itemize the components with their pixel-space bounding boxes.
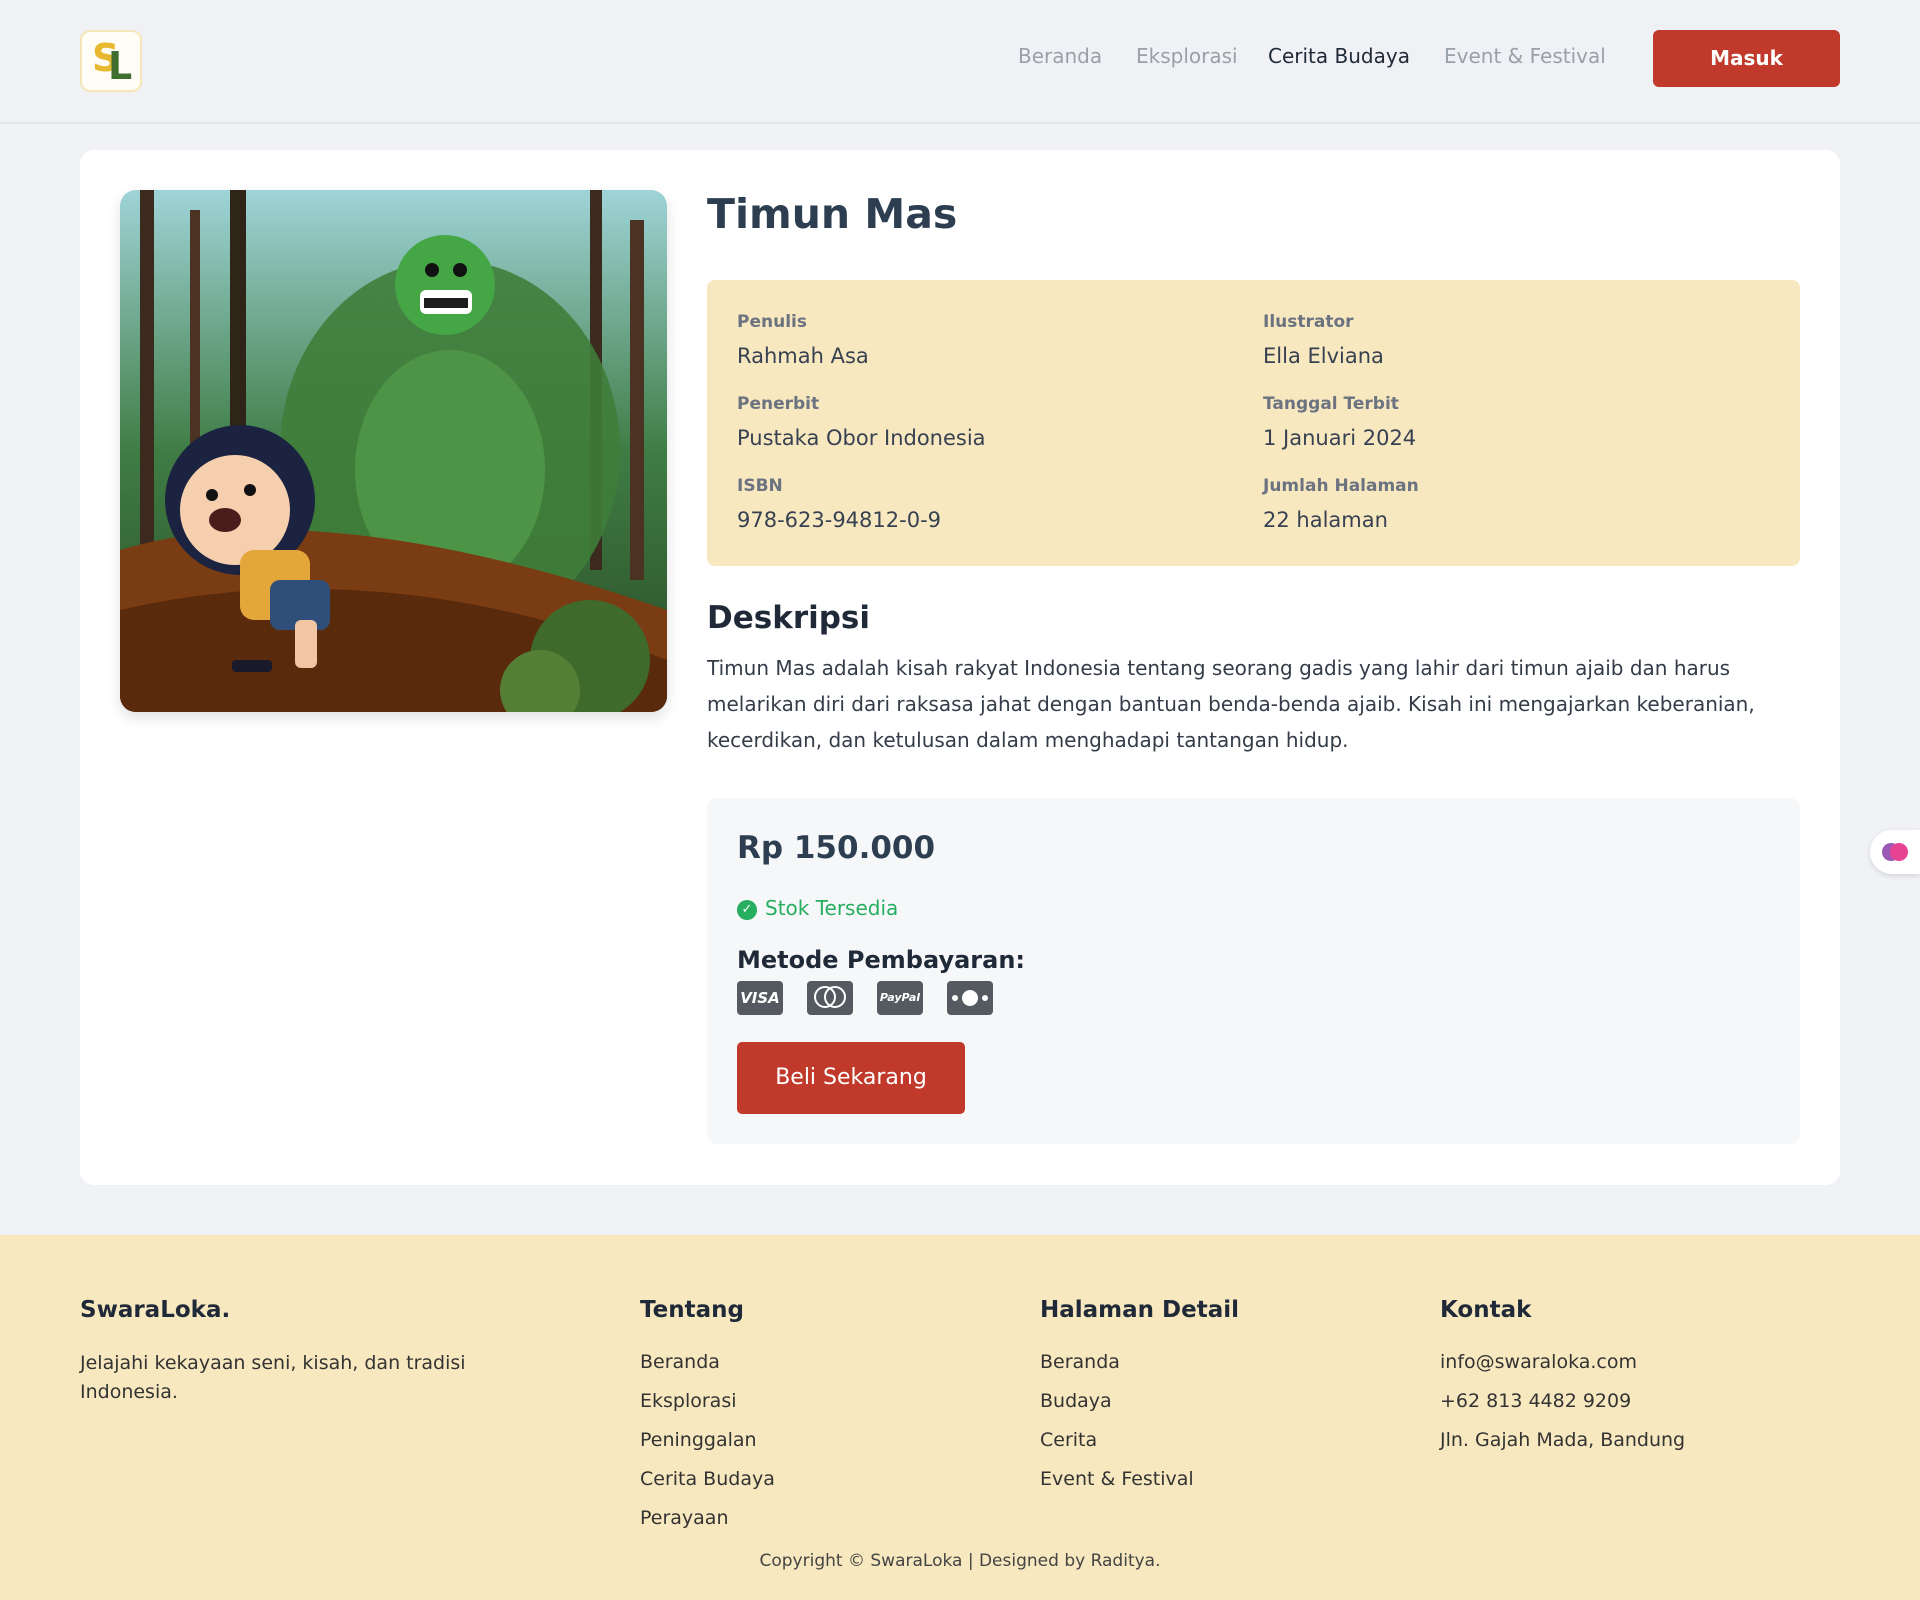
ilustrator-value: Ella Elviana: [1263, 344, 1384, 368]
footer-link-cerita-budaya[interactable]: Cerita Budaya: [640, 1468, 775, 1490]
book-info-panel: Penulis Rahmah Asa Ilustrator Ella Elvia…: [707, 280, 1800, 566]
purchase-panel: Rp 150.000 ✓ Stok Tersedia Metode Pembaya…: [707, 798, 1800, 1144]
nav-event-festival[interactable]: Event & Festival: [1444, 44, 1606, 68]
login-button[interactable]: Masuk: [1653, 30, 1840, 87]
tanggal-terbit-label: Tanggal Terbit: [1263, 394, 1399, 414]
penulis-value: Rahmah Asa: [737, 344, 869, 368]
nav-beranda[interactable]: Beranda: [1018, 44, 1102, 68]
contact-phone[interactable]: +62 813 4482 9209: [1440, 1390, 1631, 1412]
footer: SwaraLoka. Jelajahi kekayaan seni, kisah…: [0, 1235, 1920, 1600]
ai-assistant-button[interactable]: [1870, 830, 1920, 874]
tanggal-terbit-value: 1 Januari 2024: [1263, 426, 1417, 450]
cover-illustration: [120, 190, 667, 712]
cash-icon: [947, 981, 993, 1015]
nav-cerita-budaya[interactable]: Cerita Budaya: [1268, 44, 1410, 68]
footer-detail-heading: Halaman Detail: [1040, 1297, 1240, 1323]
visa-icon: VISA: [737, 981, 783, 1015]
top-navbar: S L Beranda Eksplorasi Cerita Budaya Eve…: [0, 0, 1920, 124]
copyright: Copyright © SwaraLoka | Designed by Radi…: [759, 1551, 1161, 1571]
brain-icon: [1882, 843, 1908, 861]
footer-link-eksplorasi[interactable]: Eksplorasi: [640, 1390, 737, 1412]
stock-text: Stok Tersedia: [765, 896, 899, 920]
footer-link-beranda[interactable]: Beranda: [640, 1351, 720, 1373]
description-heading: Deskripsi: [707, 600, 871, 636]
book-title: Timun Mas: [707, 190, 958, 238]
footer-link-perayaan[interactable]: Perayaan: [640, 1507, 729, 1529]
check-circle-icon: ✓: [737, 899, 757, 920]
paypal-icon: PayPal: [877, 981, 923, 1015]
payment-methods-heading: Metode Pembayaran:: [737, 946, 1025, 974]
stock-status: ✓ Stok Tersedia: [737, 896, 898, 920]
footer-detail-cerita[interactable]: Cerita: [1040, 1429, 1097, 1451]
footer-link-peninggalan[interactable]: Peninggalan: [640, 1429, 757, 1451]
penulis-label: Penulis: [737, 312, 807, 332]
contact-address: Jln. Gajah Mada, Bandung: [1440, 1429, 1686, 1451]
buy-now-button[interactable]: Beli Sekarang: [737, 1042, 965, 1114]
book-detail-card: Timun Mas Penulis Rahmah Asa Ilustrator …: [80, 150, 1840, 1185]
book-cover-image: [120, 190, 667, 712]
mastercard-icon: [807, 981, 853, 1015]
nav-eksplorasi[interactable]: Eksplorasi: [1136, 44, 1238, 68]
footer-brand: SwaraLoka.: [80, 1297, 231, 1323]
mastercard-circles: [814, 986, 846, 1008]
footer-detail-budaya[interactable]: Budaya: [1040, 1390, 1112, 1412]
footer-tentang-heading: Tentang: [640, 1297, 744, 1323]
penerbit-value: Pustaka Obor Indonesia: [737, 426, 986, 450]
ilustrator-label: Ilustrator: [1263, 312, 1354, 332]
logo-letter-l: L: [108, 44, 133, 88]
isbn-value: 978-623-94812-0-9: [737, 508, 942, 532]
footer-detail-event-festival[interactable]: Event & Festival: [1040, 1468, 1194, 1490]
site-logo[interactable]: S L: [80, 30, 142, 92]
description-text: Timun Mas adalah kisah rakyat Indonesia …: [707, 656, 1755, 752]
price: Rp 150.000: [737, 830, 936, 866]
footer-detail-beranda[interactable]: Beranda: [1040, 1351, 1120, 1373]
isbn-label: ISBN: [737, 476, 783, 496]
jumlah-halaman-value: 22 halaman: [1263, 508, 1388, 532]
jumlah-halaman-label: Jumlah Halaman: [1263, 476, 1419, 496]
contact-email[interactable]: info@swaraloka.com: [1440, 1351, 1637, 1373]
cash-shape: [952, 990, 988, 1006]
penerbit-label: Penerbit: [737, 394, 820, 414]
footer-tagline: Jelajahi kekayaan seni, kisah, dan tradi…: [80, 1352, 466, 1403]
footer-kontak-heading: Kontak: [1440, 1297, 1532, 1323]
